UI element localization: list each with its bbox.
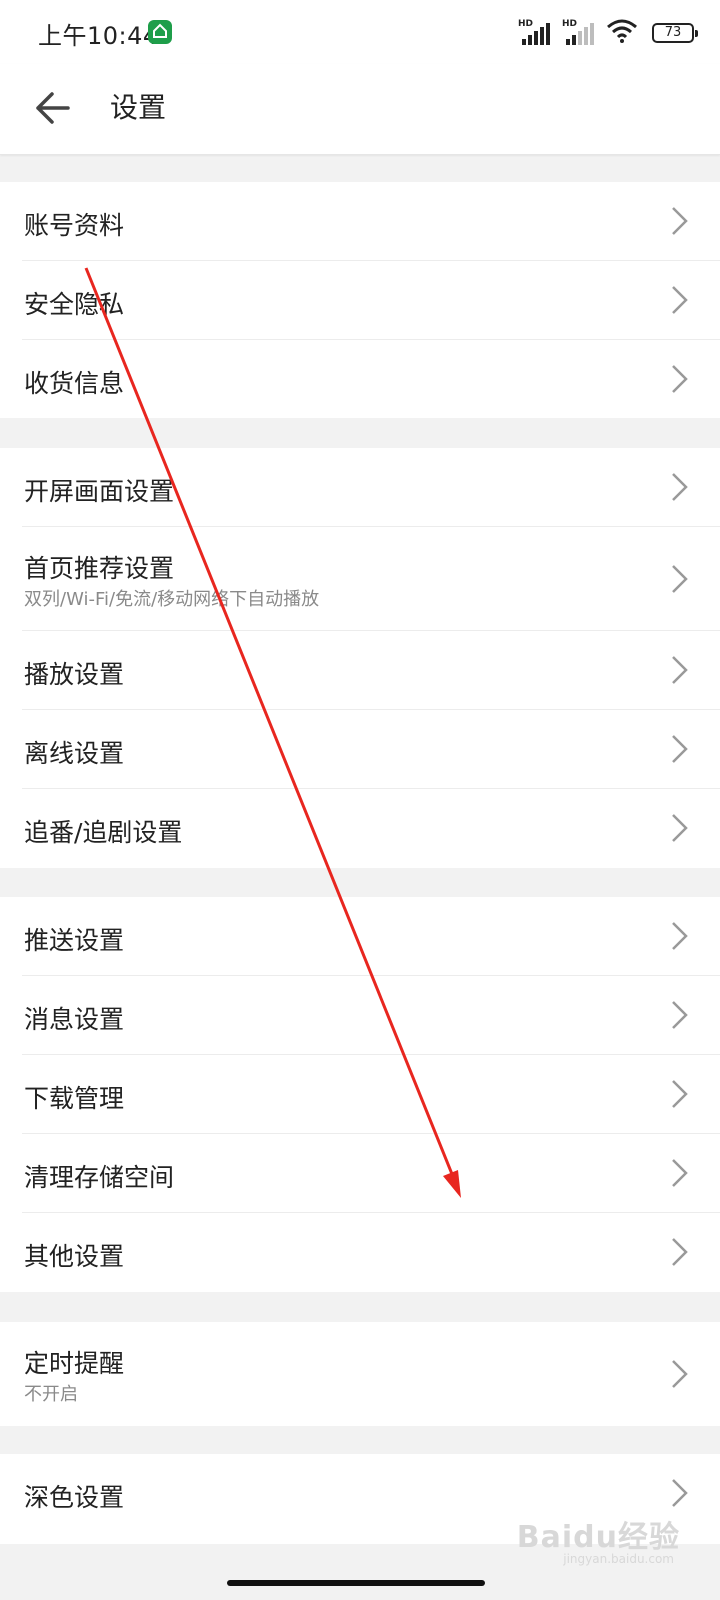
settings-item-other[interactable]: 其他设置 — [0, 1213, 720, 1292]
settings-item-label: 安全隐私 — [24, 290, 125, 319]
settings-item-label: 账号资料 — [24, 211, 125, 240]
cellular-signal-icon: HD — [518, 19, 554, 47]
chevron-right-icon — [672, 1238, 688, 1266]
settings-item-label: 其他设置 — [24, 1242, 125, 1271]
settings-group-reminder: 定时提醒 不开启 — [0, 1322, 720, 1426]
chevron-right-icon — [672, 473, 688, 501]
page-title: 设置 — [110, 91, 167, 124]
settings-item-playback[interactable]: 播放设置 — [0, 631, 720, 710]
chevron-right-icon — [672, 565, 688, 593]
chevron-right-icon — [672, 1159, 688, 1187]
title-bar: 设置 — [0, 64, 720, 155]
settings-item-description: 双列/Wi-Fi/免流/移动网络下自动播放 — [24, 589, 320, 610]
settings-item-label: 消息设置 — [24, 1005, 125, 1034]
chevron-right-icon — [672, 1360, 688, 1388]
arrow-left-icon — [36, 92, 70, 124]
settings-group-display: 开屏画面设置 首页推荐设置 双列/Wi-Fi/免流/移动网络下自动播放 播放设置… — [0, 448, 720, 868]
settings-item-follow-series[interactable]: 追番/追剧设置 — [0, 789, 720, 868]
settings-item-label: 追番/追剧设置 — [24, 818, 183, 847]
settings-item-label: 离线设置 — [24, 739, 125, 768]
app-notification-icon — [148, 20, 172, 44]
settings-group-account: 账号资料 安全隐私 收货信息 — [0, 182, 720, 418]
status-time: 上午10:44 — [38, 22, 159, 50]
chevron-right-icon — [672, 922, 688, 950]
settings-item-description: 不开启 — [24, 1384, 78, 1405]
settings-item-downloads[interactable]: 下载管理 — [0, 1055, 720, 1134]
chevron-right-icon — [672, 286, 688, 314]
chevron-right-icon — [672, 1001, 688, 1029]
wifi-icon — [606, 18, 638, 48]
settings-item-label: 清理存储空间 — [24, 1163, 175, 1192]
chevron-right-icon — [672, 365, 688, 393]
chevron-right-icon — [672, 207, 688, 235]
settings-item-security-privacy[interactable]: 安全隐私 — [0, 261, 720, 340]
chevron-right-icon — [672, 814, 688, 842]
settings-item-label: 下载管理 — [24, 1084, 125, 1113]
settings-item-label: 收货信息 — [24, 369, 125, 398]
chevron-right-icon — [672, 1479, 688, 1507]
settings-item-label: 深色设置 — [24, 1483, 125, 1512]
settings-item-label: 开屏画面设置 — [24, 477, 175, 506]
settings-item-label: 推送设置 — [24, 926, 125, 955]
cellular-signal-icon-2: HD — [562, 19, 598, 47]
watermark-url: jingyan.baidu.com — [563, 1552, 674, 1566]
back-button[interactable] — [30, 84, 78, 132]
battery-icon: 73 — [652, 23, 698, 43]
settings-item-clear-storage[interactable]: 清理存储空间 — [0, 1134, 720, 1213]
settings-item-messages[interactable]: 消息设置 — [0, 976, 720, 1055]
settings-item-label: 播放设置 — [24, 660, 125, 689]
settings-item-splash-screen[interactable]: 开屏画面设置 — [0, 448, 720, 527]
home-indicator[interactable] — [227, 1580, 485, 1586]
settings-item-account-profile[interactable]: 账号资料 — [0, 182, 720, 261]
chevron-right-icon — [672, 1080, 688, 1108]
settings-item-shipping-info[interactable]: 收货信息 — [0, 340, 720, 418]
settings-item-label: 定时提醒 — [24, 1349, 125, 1378]
settings-item-push[interactable]: 推送设置 — [0, 897, 720, 976]
chevron-right-icon — [672, 735, 688, 763]
chevron-right-icon — [672, 656, 688, 684]
watermark-logo: Baidu经验 — [516, 1520, 680, 1555]
settings-item-offline[interactable]: 离线设置 — [0, 710, 720, 789]
settings-group-system: 推送设置 消息设置 下载管理 清理存储空间 其他设置 — [0, 897, 720, 1292]
status-bar: 上午10:44 HD HD 73 — [0, 0, 720, 64]
settings-item-timed-reminder[interactable]: 定时提醒 不开启 — [0, 1322, 720, 1426]
settings-item-label: 首页推荐设置 — [24, 554, 175, 583]
settings-item-home-recommend[interactable]: 首页推荐设置 双列/Wi-Fi/免流/移动网络下自动播放 — [0, 527, 720, 631]
